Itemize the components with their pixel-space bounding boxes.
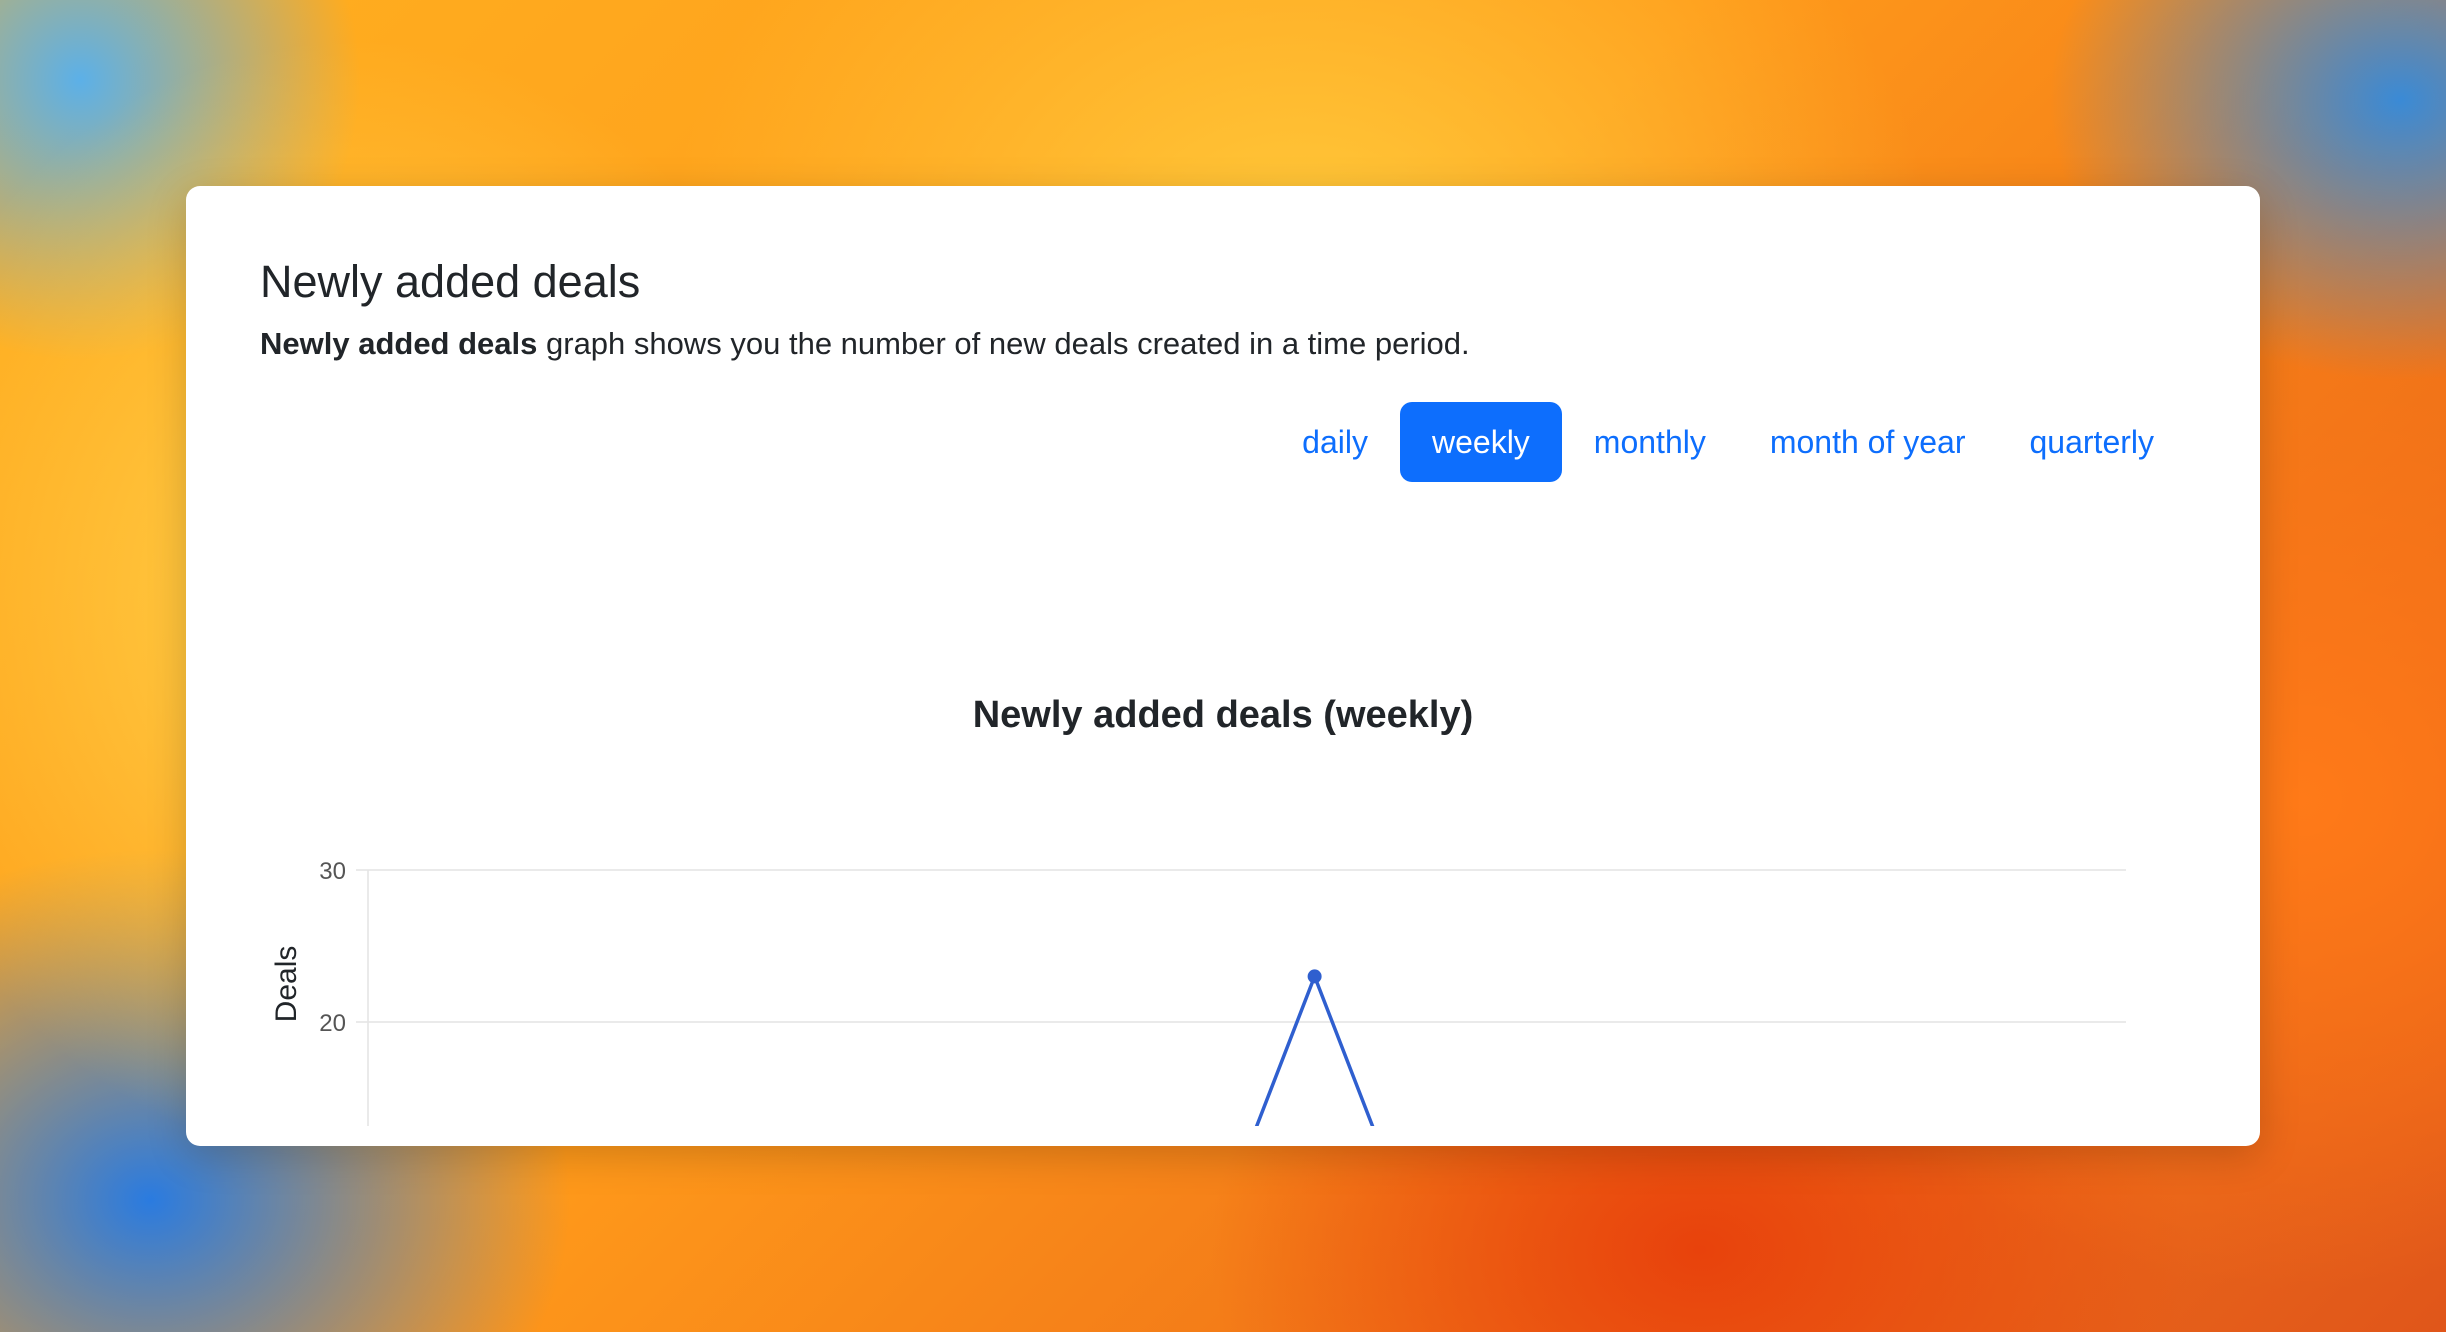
y-tick-label: 30 — [319, 858, 346, 885]
tab-daily[interactable]: daily — [1270, 402, 1400, 482]
tab-weekly[interactable]: weekly — [1399, 402, 1562, 482]
data-points — [361, 969, 2133, 1332]
card-title: Newly added deals — [260, 256, 641, 307]
y-ticks: 0102030 — [319, 858, 346, 1332]
chart-container: Newly added deals (weekly) Deals 0102030… — [186, 486, 2260, 1332]
period-tabs: daily weekly monthly month of year quart… — [1270, 402, 2186, 482]
deals-card: Newly added deals Newly added deals grap… — [186, 186, 2260, 1332]
card-description: Newly added deals graph shows you the nu… — [260, 326, 1470, 362]
tab-quarterly[interactable]: quarterly — [1998, 402, 2187, 482]
tab-month-of-year[interactable]: month of year — [1738, 402, 1998, 482]
card-description-text: graph shows you the number of new deals … — [537, 326, 1470, 361]
line-chart: Newly added deals (weekly) Deals 0102030… — [270, 694, 2133, 1332]
card-description-bold: Newly added deals — [260, 326, 538, 361]
chart-title: Newly added deals (weekly) — [973, 694, 1474, 736]
y-axis-label: Deals — [270, 946, 303, 1023]
tab-monthly[interactable]: monthly — [1562, 402, 1738, 482]
y-tick-label: 20 — [319, 1010, 346, 1037]
grid-lines — [356, 869, 2126, 1332]
data-point[interactable] — [1307, 969, 1322, 984]
series-line — [368, 974, 2126, 1328]
